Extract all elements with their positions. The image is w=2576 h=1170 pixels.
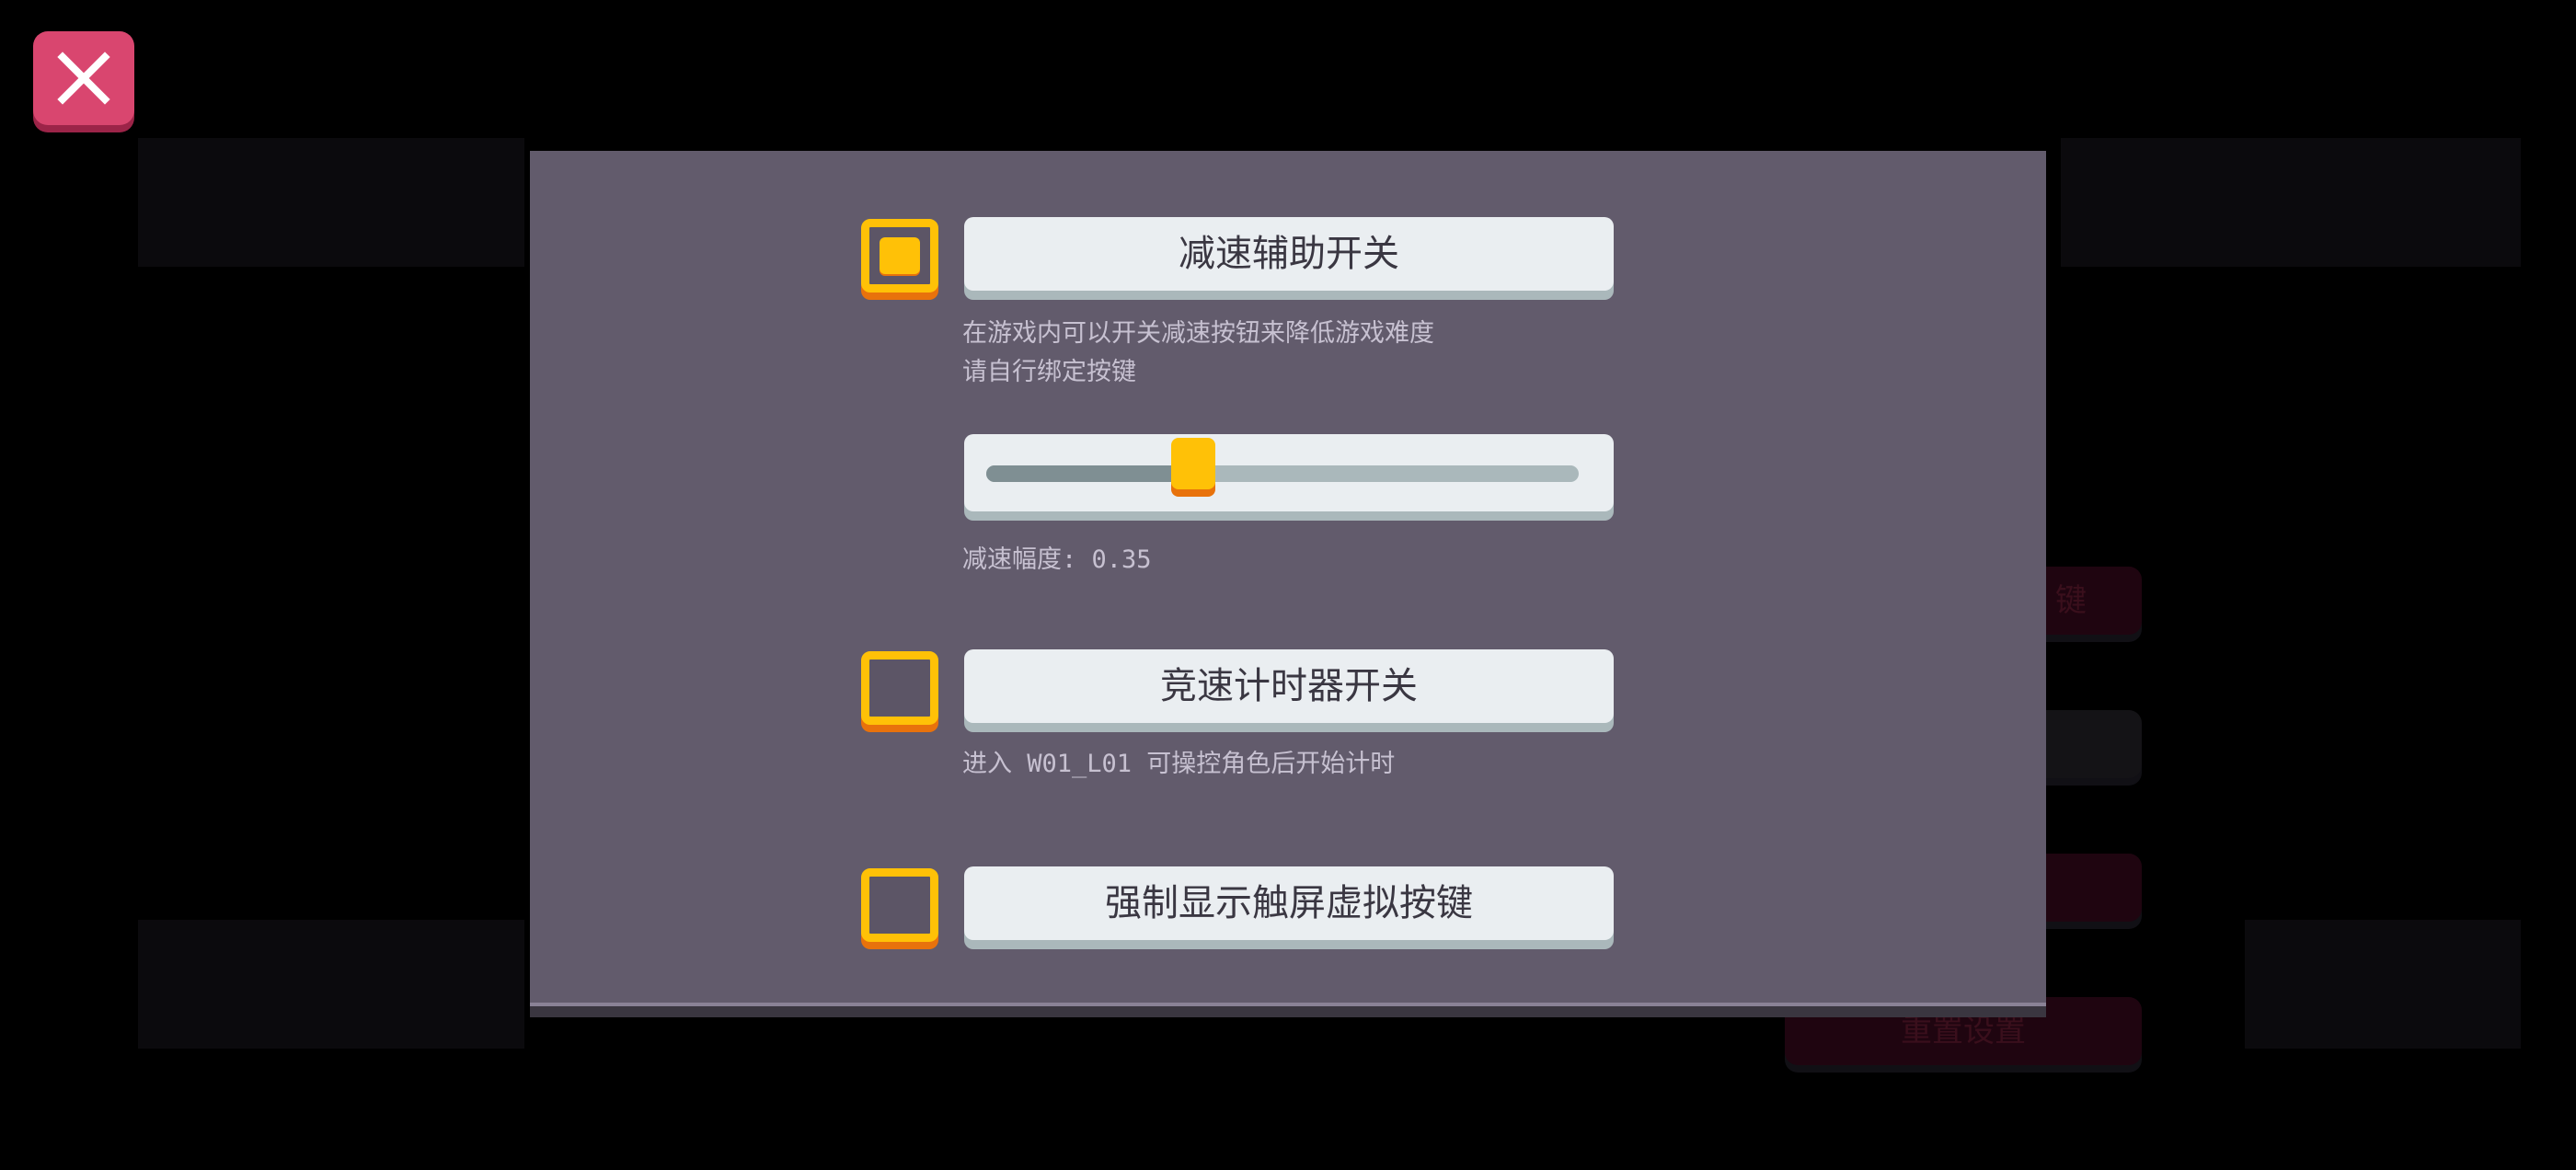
force-touch-buttons-toggle-button[interactable]: 强制显示触屏虚拟按键 [964, 866, 1614, 940]
slowdown-assist-label: 减速辅助开关 [1179, 233, 1399, 275]
speedrun-timer-label: 竞速计时器开关 [1160, 665, 1418, 707]
close-icon [57, 52, 110, 105]
background-panel-bottom-left [138, 920, 524, 1049]
close-button[interactable] [33, 31, 134, 125]
checkbox-checked-mark [880, 237, 920, 274]
slider-fill [986, 465, 1194, 482]
slowdown-amount-text: 减速幅度: 0.35 [962, 545, 1152, 574]
slowdown-amount-slider[interactable] [986, 465, 1579, 482]
speedrun-timer-checkbox[interactable] [861, 651, 938, 725]
settings-modal: 减速辅助开关 在游戏内可以开关减速按钮来降低游戏难度 请自行绑定按键 减速幅度:… [530, 151, 2046, 1006]
slider-thumb[interactable] [1171, 438, 1216, 489]
background-panel-right [2061, 138, 2521, 267]
slowdown-assist-description: 在游戏内可以开关减速按钮来降低游戏难度 请自行绑定按键 [962, 319, 1434, 386]
background-reset-settings-label: 重置设置 [1901, 1013, 2026, 1050]
background-reset-settings-button: 重置设置 [1785, 997, 2142, 1065]
background-panel-bottom-right [2245, 920, 2521, 1049]
speedrun-timer-description: 进入 W01_L01 可操控角色后开始计时 [962, 750, 1396, 778]
slowdown-assist-checkbox[interactable] [861, 219, 938, 292]
force-touch-buttons-checkbox[interactable] [861, 868, 938, 942]
slowdown-amount-slider-panel [964, 434, 1614, 511]
speedrun-timer-toggle-button[interactable]: 竞速计时器开关 [964, 649, 1614, 723]
force-touch-buttons-label: 强制显示触屏虚拟按键 [1105, 882, 1473, 924]
slowdown-assist-toggle-button[interactable]: 减速辅助开关 [964, 217, 1614, 291]
background-panel-left [138, 138, 524, 267]
game-screen: 键 重置设置 减速辅助开关 在游戏内可以开关减速按钮来降低游戏难度 请自行绑定按… [0, 0, 2576, 1170]
background-key-binding-label: 键 [2055, 582, 2087, 619]
